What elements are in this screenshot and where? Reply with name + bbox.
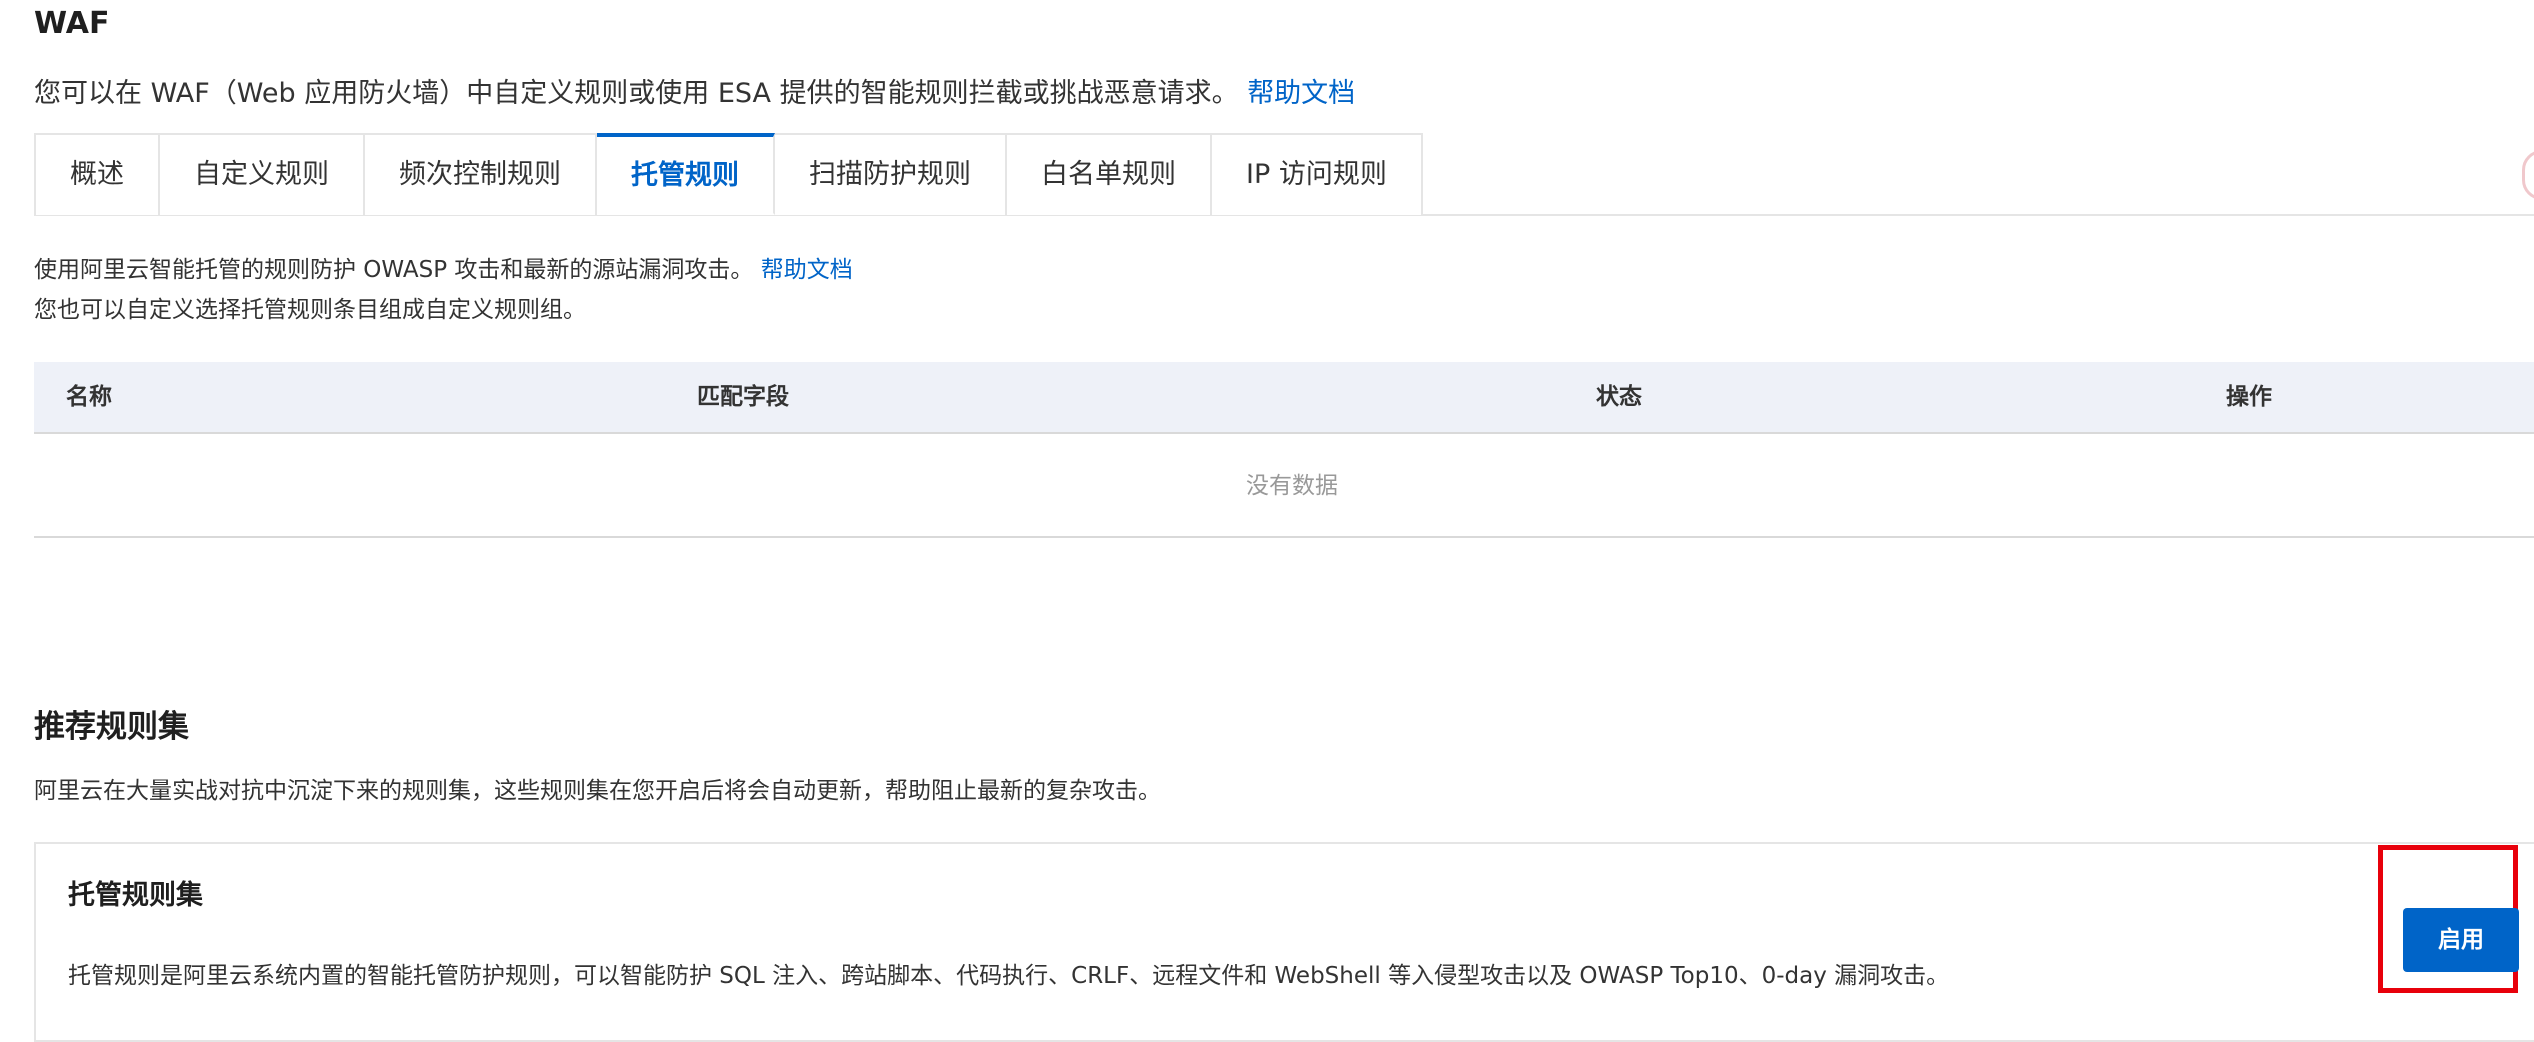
recommended-rulesets-title: 推荐规则集 <box>34 709 189 745</box>
tab-whitelist-rules[interactable]: 白名单规则 <box>1007 133 1212 215</box>
waf-intro-text: 您可以在 WAF（Web 应用防火墙）中自定义规则或使用 ESA 提供的智能规则… <box>34 78 1239 109</box>
managed-ruleset-card: 托管规则集 托管规则是阿里云系统内置的智能托管防护规则，可以智能防护 SQL 注… <box>34 842 2534 1042</box>
tab-managed-rules[interactable]: 托管规则 <box>597 133 775 215</box>
column-header-match-field: 匹配字段 <box>697 384 789 410</box>
table-header: 名称 匹配字段 状态 操作 <box>34 362 2534 434</box>
managed-ruleset-card-description: 托管规则是阿里云系统内置的智能托管防护规则，可以智能防护 SQL 注入、跨站脚本… <box>68 963 1950 989</box>
tab-rate-limiting-rules[interactable]: 频次控制规则 <box>365 133 597 215</box>
floating-widget-edge[interactable] <box>2522 150 2534 200</box>
column-header-status: 状态 <box>1596 384 1642 410</box>
page-title: WAF <box>34 6 110 41</box>
waf-tabs: 概述 自定义规则 频次控制规则 托管规则 扫描防护规则 白名单规则 IP 访问规… <box>34 133 1423 215</box>
column-header-actions: 操作 <box>2226 384 2272 410</box>
column-header-name: 名称 <box>66 384 112 410</box>
recommended-rulesets-description: 阿里云在大量实战对抗中沉淀下来的规则集，这些规则集在您开启后将会自动更新，帮助阻… <box>34 778 1161 804</box>
managed-rules-description: 使用阿里云智能托管的规则防护 OWASP 攻击和最新的源站漏洞攻击。 帮助文档 … <box>34 250 853 330</box>
tab-overview[interactable]: 概述 <box>36 133 160 215</box>
table-body: 没有数据 <box>34 434 2534 538</box>
managed-ruleset-card-title: 托管规则集 <box>68 880 203 911</box>
managed-help-doc-link[interactable]: 帮助文档 <box>761 257 853 283</box>
help-doc-link[interactable]: 帮助文档 <box>1247 78 1355 109</box>
managed-rules-desc-line1: 使用阿里云智能托管的规则防护 OWASP 攻击和最新的源站漏洞攻击。 <box>34 257 754 283</box>
tab-scan-protection-rules[interactable]: 扫描防护规则 <box>775 133 1007 215</box>
tab-ip-access-rules[interactable]: IP 访问规则 <box>1212 133 1423 215</box>
managed-rules-desc-line2: 您也可以自定义选择托管规则条目组成自定义规则组。 <box>34 297 586 323</box>
enable-button[interactable]: 启用 <box>2403 908 2519 972</box>
managed-rules-table: 名称 匹配字段 状态 操作 没有数据 <box>34 362 2534 538</box>
tab-custom-rules[interactable]: 自定义规则 <box>160 133 365 215</box>
waf-intro: 您可以在 WAF（Web 应用防火墙）中自定义规则或使用 ESA 提供的智能规则… <box>34 72 1355 116</box>
empty-state-text: 没有数据 <box>1246 473 1338 499</box>
